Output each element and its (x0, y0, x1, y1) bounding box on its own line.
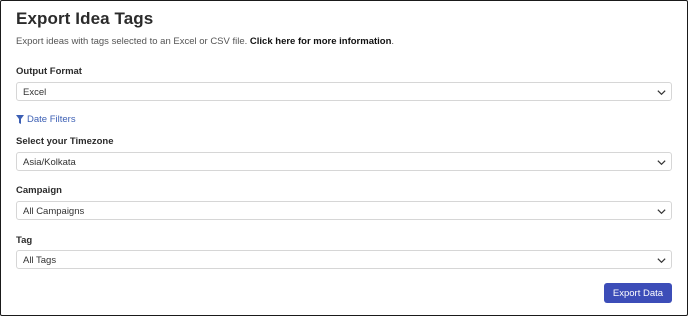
more-information-link[interactable]: Click here for more information (250, 36, 391, 47)
output-format-select[interactable]: Excel (16, 82, 672, 101)
tag-select[interactable]: All Tags (16, 250, 672, 269)
chevron-down-icon (657, 258, 666, 264)
campaign-label: Campaign (16, 185, 62, 196)
campaign-value: All Campaigns (23, 206, 85, 217)
timezone-select[interactable]: Asia/Kolkata (16, 152, 672, 171)
date-filters-label: Date Filters (27, 114, 76, 125)
filter-icon (16, 115, 24, 124)
campaign-select[interactable]: All Campaigns (16, 201, 672, 220)
chevron-down-icon (657, 90, 666, 96)
page-description: Export ideas with tags selected to an Ex… (16, 36, 394, 47)
export-data-button[interactable]: Export Data (604, 283, 672, 303)
timezone-value: Asia/Kolkata (23, 157, 76, 168)
chevron-down-icon (657, 209, 666, 215)
chevron-down-icon (657, 160, 666, 166)
description-text: Export ideas with tags selected to an Ex… (16, 36, 248, 47)
tag-label: Tag (16, 235, 33, 246)
tag-value: All Tags (23, 255, 57, 266)
date-filters-toggle[interactable]: Date Filters (16, 114, 76, 125)
description-period: . (391, 36, 395, 47)
output-format-value: Excel (23, 87, 47, 98)
export-dialog: Export Idea Tags Export ideas with tags … (0, 0, 688, 316)
page-title: Export Idea Tags (16, 9, 154, 28)
output-format-label: Output Format (16, 66, 82, 77)
timezone-label: Select your Timezone (16, 136, 114, 147)
